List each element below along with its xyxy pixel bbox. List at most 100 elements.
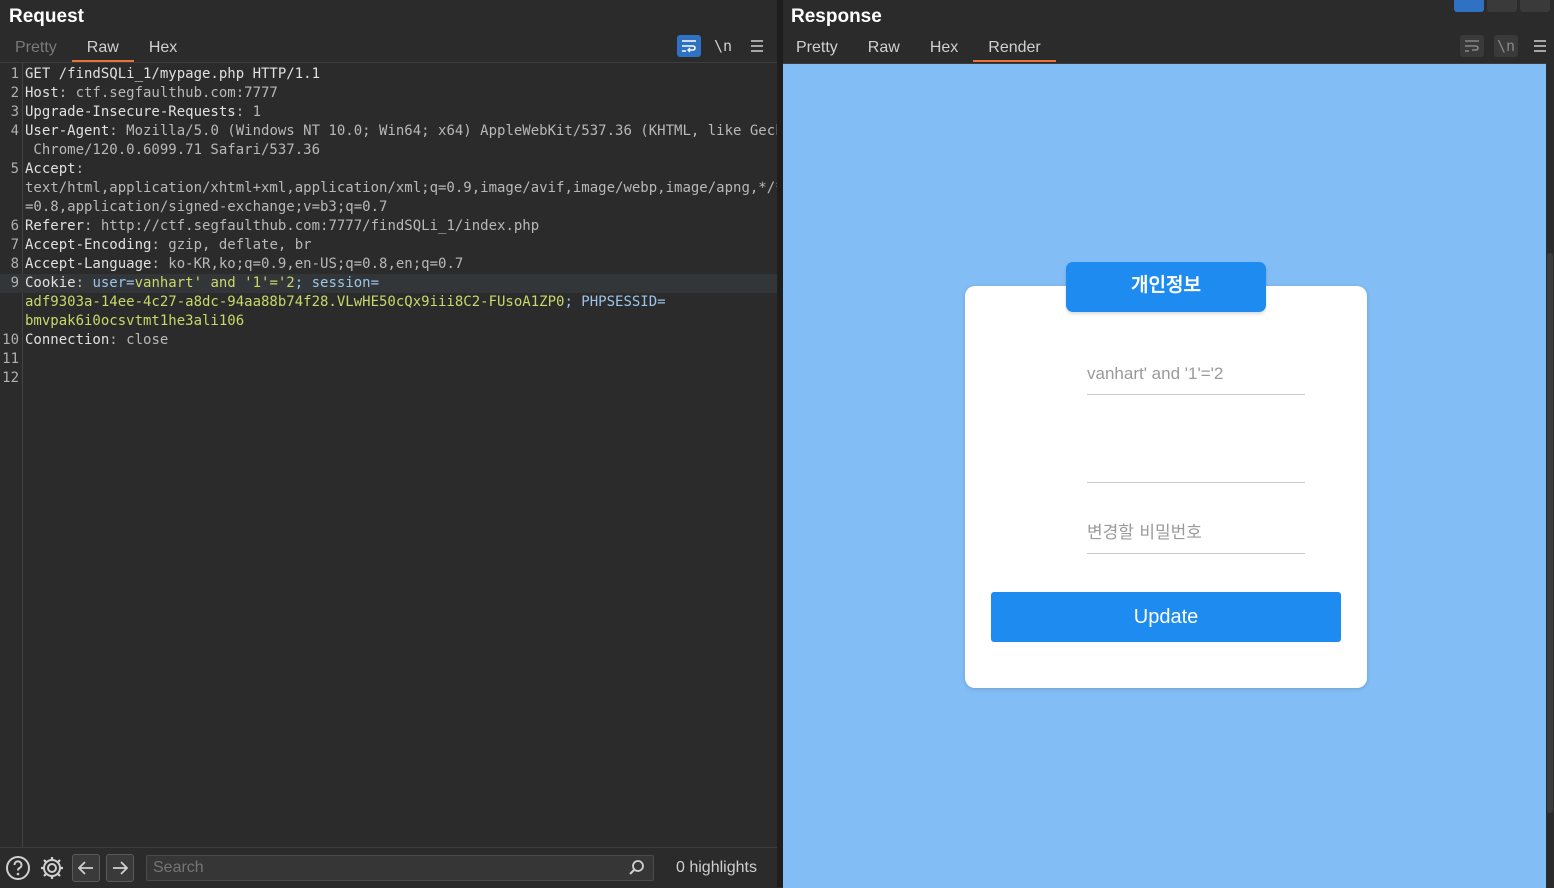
request-code[interactable]: 1 GET /findSQLi_1/mypage.php HTTP/1.1 2 Ho… bbox=[0, 65, 801, 388]
line-number: 8 bbox=[10, 256, 19, 272]
tab-hex[interactable]: Hex bbox=[915, 38, 973, 62]
header-key: User-Agent bbox=[25, 123, 110, 139]
code-line: 4 User-Agent: Mozilla/5.0 (Windows NT 10.… bbox=[0, 122, 801, 141]
forward-arrow-icon[interactable] bbox=[106, 854, 134, 882]
header-value: =0.8,application/signed-exchange;v=b3;q=… bbox=[25, 199, 388, 215]
card-header: 개인정보 bbox=[1066, 262, 1266, 312]
request-pane: Request Pretty Raw Hex \n 1 GET /findSQLi… bbox=[0, 0, 801, 888]
header-key: Connection bbox=[25, 332, 110, 348]
line-number: 2 bbox=[10, 85, 19, 101]
tab-hex[interactable]: Hex bbox=[134, 38, 192, 62]
search-field-wrap bbox=[134, 855, 654, 881]
header-value: : bbox=[75, 161, 85, 177]
layout-stacked-icon[interactable] bbox=[1487, 0, 1517, 12]
code-line-continued: Chrome/120.0.6099.71 Safari/537.36 bbox=[0, 141, 777, 160]
newline-toggle-button[interactable]: \n bbox=[1494, 35, 1518, 57]
header-key: Referer bbox=[25, 218, 85, 234]
code-line-continued: =0.8,application/signed-exchange;v=b3;q=… bbox=[0, 198, 777, 217]
header-key: Accept bbox=[25, 161, 76, 177]
header-value: : gzip, deflate, br bbox=[151, 237, 312, 253]
layout-side-by-side-icon[interactable] bbox=[1454, 0, 1484, 12]
line-number: 9 bbox=[10, 275, 19, 291]
code-line-continued: bmvpak6i0ocsvtmt1he3ali106 bbox=[0, 312, 777, 331]
tab-raw[interactable]: Raw bbox=[853, 38, 915, 62]
highlights-count: 0 highlights bbox=[676, 859, 757, 876]
wrap-lines-icon[interactable] bbox=[1460, 35, 1484, 57]
header-key: Host bbox=[25, 85, 59, 101]
line-number: 3 bbox=[10, 104, 19, 120]
scrollbar[interactable] bbox=[1546, 63, 1554, 887]
code-line: 6 Referer: http://ctf.segfaulthub.com:777… bbox=[0, 217, 777, 236]
help-icon[interactable] bbox=[4, 854, 32, 882]
header-key: Accept-Language bbox=[25, 256, 152, 272]
code-line: 1 GET /findSQLi_1/mypage.php HTTP/1.1 bbox=[0, 65, 777, 84]
header-value: : 1 bbox=[235, 104, 262, 120]
line-number: 4 bbox=[10, 123, 19, 139]
tab-render[interactable]: Render bbox=[973, 38, 1057, 62]
tab-pretty[interactable]: Pretty bbox=[781, 38, 853, 62]
header-value: text/html,application/xhtml+xml,applicat… bbox=[25, 180, 801, 196]
request-line-text: GET /findSQLi_1/mypage.php HTTP/1.1 bbox=[25, 66, 321, 82]
search-input[interactable] bbox=[146, 855, 654, 881]
code-line: 7 Accept-Encoding: gzip, deflate, br bbox=[0, 236, 777, 255]
code-line: 10 Connection: close bbox=[0, 331, 777, 350]
cookie-name: ; session= bbox=[294, 275, 380, 291]
scrollbar-thumb[interactable] bbox=[1547, 253, 1553, 813]
cookie-value: vanhart' and '1'='2 bbox=[134, 275, 295, 291]
code-line: 11 bbox=[0, 350, 777, 369]
wrap-lines-icon[interactable] bbox=[677, 35, 701, 57]
header-value: : ko-KR,ko;q=0.9,en-US;q=0.8,en;q=0.7 bbox=[151, 256, 464, 272]
newline-toggle-button[interactable]: \n bbox=[711, 35, 735, 57]
code-line-continued: adf9303a-14ee-4c27-a8dc-94aa88b74f28.VLw… bbox=[0, 293, 777, 312]
request-editor[interactable]: 1 GET /findSQLi_1/mypage.php HTTP/1.1 2 Ho… bbox=[0, 62, 801, 847]
layout-switcher bbox=[1454, 0, 1550, 12]
request-tabs: Pretty Raw Hex bbox=[0, 38, 192, 62]
code-line: 2 Host: ctf.segfaulthub.com:7777 bbox=[0, 84, 777, 103]
code-line-continued: text/html,application/xhtml+xml,applicat… bbox=[0, 179, 800, 198]
back-arrow-icon[interactable] bbox=[72, 854, 100, 882]
response-title: Response bbox=[791, 6, 882, 27]
header-value: : close bbox=[109, 332, 169, 348]
code-line: 12 bbox=[0, 369, 777, 388]
cookie-name: ; PHPSESSID= bbox=[564, 294, 666, 310]
line-number: 12 bbox=[2, 370, 19, 386]
hamburger-menu-icon[interactable] bbox=[745, 35, 769, 57]
header-separator: : bbox=[75, 275, 93, 291]
header-key: Upgrade-Insecure-Requests bbox=[25, 104, 236, 120]
header-key: Accept-Encoding bbox=[25, 237, 152, 253]
request-title: Request bbox=[9, 6, 84, 27]
code-line-cookie: 9 Cookie: user=vanhart' and '1'='2; sessi… bbox=[0, 274, 777, 293]
layout-tabs-icon[interactable] bbox=[1520, 0, 1550, 12]
code-line: 3 Upgrade-Insecure-Requests: 1 bbox=[0, 103, 777, 122]
code-line: 8 Accept-Language: ko-KR,ko;q=0.9,en-US;q… bbox=[0, 255, 777, 274]
header-key: Cookie bbox=[25, 275, 76, 291]
response-pane: Response Pretty Raw Hex Render \n 개인정보 v… bbox=[781, 0, 1554, 888]
gear-icon[interactable] bbox=[38, 854, 66, 882]
header-value: Chrome/120.0.6099.71 Safari/537.36 bbox=[25, 142, 321, 158]
line-number: 7 bbox=[10, 237, 19, 253]
line-number: 10 bbox=[2, 332, 19, 348]
tab-raw[interactable]: Raw bbox=[71, 38, 134, 62]
username-field[interactable]: vanhart' and '1'='2 bbox=[1087, 354, 1305, 395]
line-number: 6 bbox=[10, 218, 19, 234]
line-number: 11 bbox=[2, 351, 19, 367]
header-value: : http://ctf.segfaulthub.com:7777/findSQ… bbox=[84, 218, 540, 234]
render-view: 개인정보 vanhart' and '1'='2 변경할 비밀번호 Update bbox=[783, 63, 1546, 888]
update-button[interactable]: Update bbox=[991, 592, 1341, 642]
line-number: 1 bbox=[10, 66, 19, 82]
cookie-value: bmvpak6i0ocsvtmt1he3ali106 bbox=[25, 313, 245, 329]
request-toolbar: \n bbox=[677, 35, 769, 57]
line-number: 5 bbox=[10, 161, 19, 177]
cookie-name: user= bbox=[92, 275, 135, 291]
header-value: : ctf.segfaulthub.com:7777 bbox=[58, 85, 278, 101]
response-toolbar: \n bbox=[1460, 35, 1552, 57]
search-icon[interactable] bbox=[628, 859, 646, 882]
cookie-value: adf9303a-14ee-4c27-a8dc-94aa88b74f28.VLw… bbox=[25, 294, 565, 310]
response-tabs: Pretty Raw Hex Render bbox=[781, 38, 1057, 62]
code-line: 5 Accept: bbox=[0, 160, 777, 179]
search-bar: 0 highlights bbox=[0, 847, 777, 888]
hamburger-menu-icon[interactable] bbox=[1528, 35, 1552, 57]
tab-pretty[interactable]: Pretty bbox=[0, 38, 72, 62]
new-password-field[interactable]: 변경할 비밀번호 bbox=[1087, 513, 1305, 554]
email-field[interactable] bbox=[1087, 442, 1305, 483]
